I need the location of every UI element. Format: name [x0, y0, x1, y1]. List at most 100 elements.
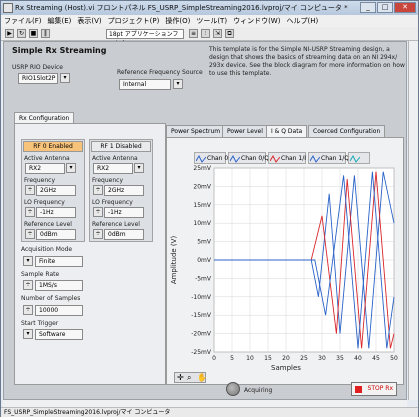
legend-chan-extra[interactable] [348, 152, 370, 164]
x-tick-label: 0 [212, 355, 216, 362]
y-tick-label: -15mV [191, 312, 212, 319]
toolbar: ▶ ↻ ■ ‖ 18pt アプリケーションフォント ≡ ⫶ ⇲ ⧉ [1, 27, 418, 47]
maximize-icon[interactable]: □ [377, 2, 393, 13]
horizontal-scrollbar[interactable] [3, 400, 407, 407]
start-trigger-dropdown-icon[interactable]: ▾ [23, 329, 33, 339]
y-tick-label: 5mV [197, 239, 212, 246]
align-icon[interactable]: ≡ [189, 29, 198, 38]
menu-view[interactable]: 表示(V) [77, 15, 101, 27]
vertical-scrollbar[interactable] [408, 41, 418, 400]
page-title: Simple Rx Streaming [12, 46, 107, 55]
project-path: FS_USRP_SimpleStreaming2016.lvproj/マイ コン… [4, 409, 171, 416]
zoom-icon[interactable]: ⌕ [187, 373, 191, 383]
minimize-icon[interactable]: _ [360, 2, 376, 13]
x-tick-label: 20 [282, 355, 290, 362]
vi-icon [3, 3, 13, 13]
ref-freq-value[interactable]: Internal [119, 79, 171, 90]
rf1-ref-level-field[interactable]: 0dBm [104, 229, 144, 240]
menu-window[interactable]: ウィンドウ(W) [233, 15, 280, 27]
rf1-ref-level-stepper[interactable]: ÷ [93, 229, 103, 239]
x-tick-label: 30 [318, 355, 326, 362]
y-tick-label: 10mV [193, 220, 211, 227]
ref-freq-label: Reference Frequency Source [117, 69, 203, 76]
rf1-antenna-dropdown-icon[interactable]: ▾ [134, 163, 144, 173]
sample-rate-label: Sample Rate [21, 271, 60, 278]
sample-rate-stepper[interactable]: ÷ [23, 280, 33, 290]
crosshair-icon[interactable]: ✛ [177, 373, 184, 383]
front-panel: Simple Rx Streaming This template is for… [3, 41, 407, 400]
x-tick-label: 15 [264, 355, 272, 362]
rf1-frequency-field[interactable]: 2GHz [104, 185, 144, 196]
rf1-lo-field[interactable]: -1Hz [104, 207, 144, 218]
distribute-icon[interactable]: ⫶ [201, 29, 210, 38]
start-trigger-value[interactable]: Software [35, 329, 83, 340]
stop-rx-button[interactable]: STOP Rx [351, 382, 397, 396]
rf0-lo-field[interactable]: -1Hz [36, 207, 76, 218]
rio-device-label: USRP RIO Device [12, 64, 63, 71]
rf0-antenna-value[interactable]: RX2 [25, 163, 65, 174]
num-samples-label: Number of Samples [21, 295, 81, 302]
rf1-antenna-value[interactable]: RX2 [93, 163, 133, 174]
rf0-ref-level-label: Reference Level [24, 221, 72, 228]
rf0-frequency-stepper[interactable]: ÷ [25, 185, 35, 195]
run-continuously-icon[interactable]: ↻ [17, 29, 26, 38]
y-tick-label: 15mV [193, 202, 211, 209]
x-axis-label: Samples [271, 364, 301, 372]
font-select[interactable]: 18pt アプリケーションフォント [106, 29, 184, 47]
rf1-ref-level-label: Reference Level [92, 221, 140, 228]
stop-rx-label: STOP Rx [367, 385, 393, 392]
legend-chan-0-q[interactable]: Chan 0/Q [228, 152, 269, 164]
acq-mode-value[interactable]: Finite [35, 256, 83, 267]
x-tick-label: 10 [246, 355, 254, 362]
abort-icon[interactable]: ■ [29, 29, 38, 38]
rf0-enable-button[interactable]: RF 0 Enabled [23, 141, 83, 152]
start-trigger-label: Start Trigger [21, 320, 59, 327]
front-panel-window: Rx Streaming (Host).vi フロントパネル FS_USRP_S… [0, 0, 419, 417]
y-tick-label: -25mV [191, 349, 212, 356]
num-samples-stepper[interactable]: ÷ [23, 305, 33, 315]
rf0-frequency-label: Frequency [24, 177, 55, 184]
legend-chan-1-i[interactable]: Chan 1/I [268, 152, 306, 164]
rf0-ref-level-field[interactable]: 0dBm [36, 229, 76, 240]
legend-chan-1-q[interactable]: Chan 1/Q [308, 152, 349, 164]
menu-tools[interactable]: ツール(T) [196, 15, 227, 27]
y-tick-label: 25mV [193, 165, 211, 172]
y-tick-label: -5mV [195, 275, 212, 282]
stop-icon [355, 386, 362, 393]
rf0-lo-stepper[interactable]: ÷ [25, 207, 35, 217]
x-tick-labels: 0 5 10 15 20 25 30 35 40 45 50 [212, 355, 398, 362]
acq-mode-dropdown-icon[interactable]: ▾ [23, 256, 33, 266]
resize-icon[interactable]: ⇲ [213, 29, 222, 38]
menu-help[interactable]: ヘルプ(H) [286, 15, 318, 27]
x-tick-label: 5 [230, 355, 234, 362]
rf0-ref-level-stepper[interactable]: ÷ [25, 229, 35, 239]
rio-device-dropdown-icon[interactable]: ▾ [60, 73, 70, 83]
legend-chan-0-i[interactable]: Chan 0/I [194, 152, 232, 164]
legend-chan-1-q-label: Chan 1/Q [321, 155, 349, 162]
x-tick-label: 50 [390, 355, 398, 362]
rf0-antenna-dropdown-icon[interactable]: ▾ [66, 163, 76, 173]
rf1-lo-label: LO Frequency [92, 199, 133, 206]
y-axis-label: Amplitude (V) [170, 236, 178, 285]
x-tick-label: 35 [336, 355, 344, 362]
iq-waveform-chart[interactable]: 25mV 20mV 15mV 10mV 5mV 0mV -5mV -10mV -15mV -20m… [166, 164, 404, 374]
menu-operate[interactable]: 操作(O) [165, 15, 190, 27]
rf1-enable-button[interactable]: RF 1 Disabled [91, 141, 151, 152]
pan-hand-icon[interactable]: ✋ [197, 373, 207, 383]
reorder-icon[interactable]: ⧉ [225, 29, 234, 38]
menu-edit[interactable]: 編集(E) [48, 15, 72, 27]
run-arrow-icon[interactable]: ▶ [5, 29, 14, 38]
num-samples-field[interactable]: 10000 [35, 305, 83, 316]
rio-device-value[interactable]: RIO1Slot2P [18, 73, 58, 84]
rf0-frequency-field[interactable]: 2GHz [36, 185, 76, 196]
x-tick-label: 45 [372, 355, 380, 362]
menu-project[interactable]: プロジェクト(P) [108, 15, 160, 27]
menu-file[interactable]: ファイル(F) [4, 15, 42, 27]
rf0-lo-label: LO Frequency [24, 199, 65, 206]
sample-rate-field[interactable]: 1MS/s [35, 280, 83, 291]
close-icon[interactable]: ✕ [394, 2, 416, 13]
ref-freq-dropdown-icon[interactable]: ▾ [173, 79, 183, 89]
rf1-lo-stepper[interactable]: ÷ [93, 207, 103, 217]
rf1-frequency-stepper[interactable]: ÷ [93, 185, 103, 195]
pause-icon[interactable]: ‖ [41, 29, 50, 38]
